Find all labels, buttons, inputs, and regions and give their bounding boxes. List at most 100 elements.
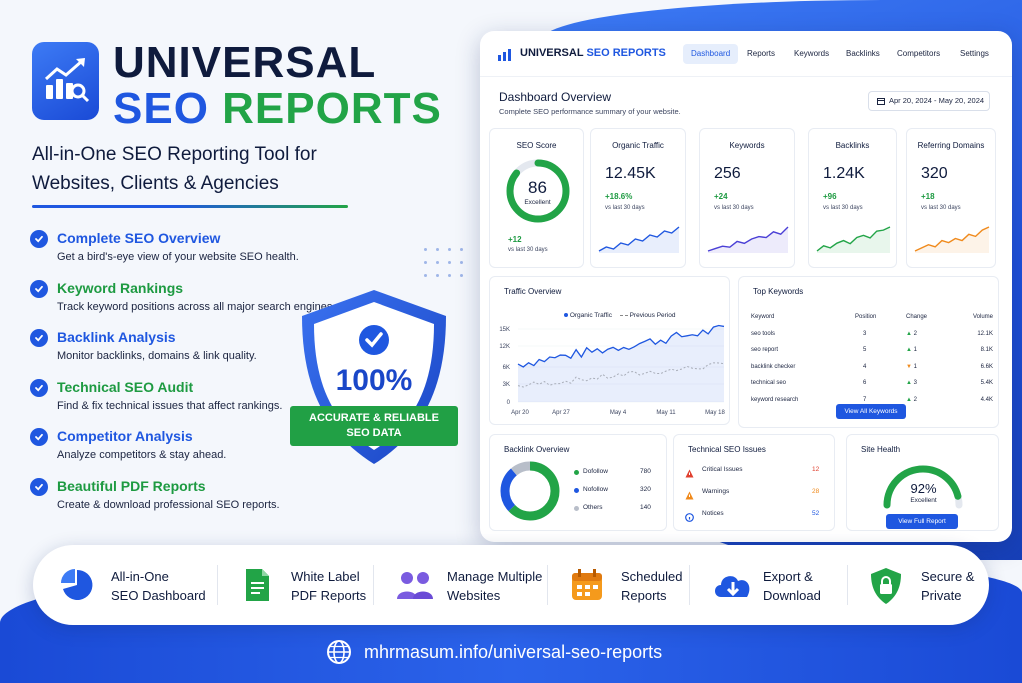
decorative-dot: [436, 274, 439, 277]
nav-tab-backlinks[interactable]: Backlinks: [838, 44, 888, 64]
issue-count: 28: [812, 488, 820, 495]
view-full-report-button[interactable]: View Full Report: [886, 514, 958, 529]
issue-count: 12: [812, 466, 820, 473]
feature-title: Backlink Analysis: [57, 329, 176, 345]
keyword-row[interactable]: seo report 5 ▲ 1 8.1K: [751, 342, 993, 359]
feature-item: Beautiful PDF Reports Create & download p…: [30, 477, 350, 527]
seo-score-card[interactable]: SEO Score 86 Excellent +12 vs last 30 da…: [489, 128, 584, 268]
issue-label: Warnings: [702, 488, 730, 495]
brand-title-line2: SEO REPORTS: [113, 84, 442, 134]
bottom-feature-line1: Manage Multiple: [447, 569, 543, 584]
decorative-dot: [448, 248, 451, 251]
view-all-keywords-button[interactable]: View All Keywords: [836, 404, 906, 419]
nav-tab-reports[interactable]: Reports: [739, 44, 783, 64]
site-health-card: Site Health 92% Excellent View Full Repo…: [846, 434, 999, 531]
keyword-change: ▲ 1: [906, 342, 963, 359]
metric-period: vs last 30 days: [921, 205, 961, 211]
nav-tab-competitors[interactable]: Competitors: [889, 44, 948, 64]
top-keywords-card: Top Keywords Keyword Position Change Volume…: [738, 276, 999, 428]
seo-score-value: 86: [528, 178, 547, 197]
decorative-dot: [436, 248, 439, 251]
brand-seo-word: SEO: [113, 84, 209, 133]
decorative-dot: [460, 274, 463, 277]
dashboard-brand: UNIVERSAL SEO REPORTS: [520, 47, 666, 59]
keyword-change: ▼ 1: [906, 359, 963, 376]
keyword-row[interactable]: technical seo 6 ▲ 3 5.4K: [751, 375, 993, 392]
top-keywords-title: Top Keywords: [753, 287, 804, 296]
traffic-y-tick: 3K: [503, 382, 510, 388]
badge-ribbon: ACCURATE & RELIABLE SEO DATA: [290, 406, 458, 446]
arrow-up-icon: ▲: [906, 380, 914, 387]
metric-label: Backlinks: [835, 141, 870, 150]
metric-card[interactable]: Organic Traffic 12.45K +18.6% vs last 30 da…: [590, 128, 686, 268]
metric-period: vs last 30 days: [605, 205, 645, 211]
website-url[interactable]: mhrmasum.info/universal-seo-reports: [326, 639, 662, 665]
dashboard-navbar: UNIVERSAL SEO REPORTS Dashboard Reports Ke…: [480, 31, 1012, 77]
bottom-feature-line1: Scheduled: [621, 569, 683, 584]
bottom-separator: [689, 565, 690, 605]
arrow-down-icon: ▼: [906, 363, 914, 370]
traffic-x-tick: Apr 20: [511, 410, 529, 416]
keyword-volume: 5.4K: [980, 380, 993, 387]
metric-card[interactable]: Referring Domains 320 +18 vs last 30 days: [906, 128, 996, 268]
metric-card[interactable]: Backlinks 1.24K +96 vs last 30 days: [808, 128, 897, 268]
shield-lock-icon: [869, 567, 903, 610]
technical-seo-title: Technical SEO Issues: [688, 445, 766, 454]
feature-description: Monitor backlinks, domains & link qualit…: [57, 350, 257, 362]
nav-tab-keywords[interactable]: Keywords: [786, 44, 837, 64]
keyword-volume: 12.1K: [977, 330, 993, 337]
issue-label: Notices: [702, 510, 724, 517]
metric-label: Keywords: [729, 141, 765, 150]
bottom-separator: [217, 565, 218, 605]
bottom-feature-line2: Private: [921, 588, 962, 603]
keyword-volume: 8.1K: [980, 347, 993, 354]
bottom-separator: [547, 565, 548, 605]
feature-item: Complete SEO Overview Get a bird's-eye vi…: [30, 229, 350, 279]
traffic-area: [518, 325, 724, 402]
bottom-feature-line2: Websites: [447, 588, 501, 603]
check-circle-icon: [30, 428, 48, 446]
keyword-position: 5: [863, 347, 867, 354]
logo-icon: [32, 42, 99, 120]
bottom-feature-item: All-in-One SEO Dashboard: [59, 545, 209, 625]
decorative-dot: [424, 261, 427, 264]
metric-value: 12.45K: [605, 165, 656, 182]
date-range-picker[interactable]: Apr 20, 2024 - May 20, 2024: [868, 91, 990, 111]
metric-sparkline: [914, 226, 990, 253]
metric-card[interactable]: Keywords 256 +24 vs last 30 days: [699, 128, 795, 268]
decorative-dot: [460, 248, 463, 251]
legend-dot: [574, 506, 579, 511]
check-circle-icon: [30, 230, 48, 248]
site-health-rating: Excellent: [910, 497, 937, 504]
metric-value: 256: [714, 165, 741, 182]
arrow-up-icon: ▲: [906, 396, 914, 403]
decorative-dot: [436, 261, 439, 264]
pie-chart-icon: [59, 567, 95, 608]
decorative-dots: [424, 248, 464, 284]
traffic-overview-card: Traffic Overview Organic Traffic Previou…: [489, 276, 730, 425]
dashboard-logo-icon: [498, 49, 511, 61]
keyword-name: backlink checker: [751, 363, 796, 370]
globe-icon: [327, 640, 351, 664]
nav-tab-dashboard[interactable]: Dashboard: [683, 44, 739, 64]
users-icon: [395, 567, 435, 608]
feature-description: Track keyword positions across all major…: [57, 300, 336, 313]
keyword-position: 6: [863, 380, 867, 387]
feature-title: Technical SEO Audit: [57, 378, 194, 395]
keyword-row[interactable]: backlink checker 4 ▼ 1 6.6K: [751, 359, 993, 376]
seo-score-period: vs last 30 days: [508, 247, 548, 253]
traffic-x-tick: Apr 27: [552, 410, 570, 416]
sparkline-area: [708, 227, 788, 253]
ribbon-line1: ACCURATE & RELIABLE: [309, 412, 439, 424]
bottom-feature-label: Manage Multiple Websites: [447, 567, 542, 605]
metric-change: +96: [823, 192, 837, 201]
keyword-volume: 4.4K: [980, 396, 993, 403]
keyword-change-value: 1: [913, 363, 917, 370]
feature-title: Keyword Rankings: [57, 279, 184, 296]
check-circle-icon: [30, 279, 48, 298]
website-url-text: mhrmasum.info/universal-seo-reports: [364, 641, 663, 662]
divider: [32, 205, 348, 208]
tagline: All-in-One SEO Reporting Tool for Website…: [32, 140, 372, 198]
keyword-row[interactable]: seo tools 3 ▲ 2 12.1K: [751, 326, 993, 343]
nav-tab-settings[interactable]: Settings: [952, 44, 997, 64]
